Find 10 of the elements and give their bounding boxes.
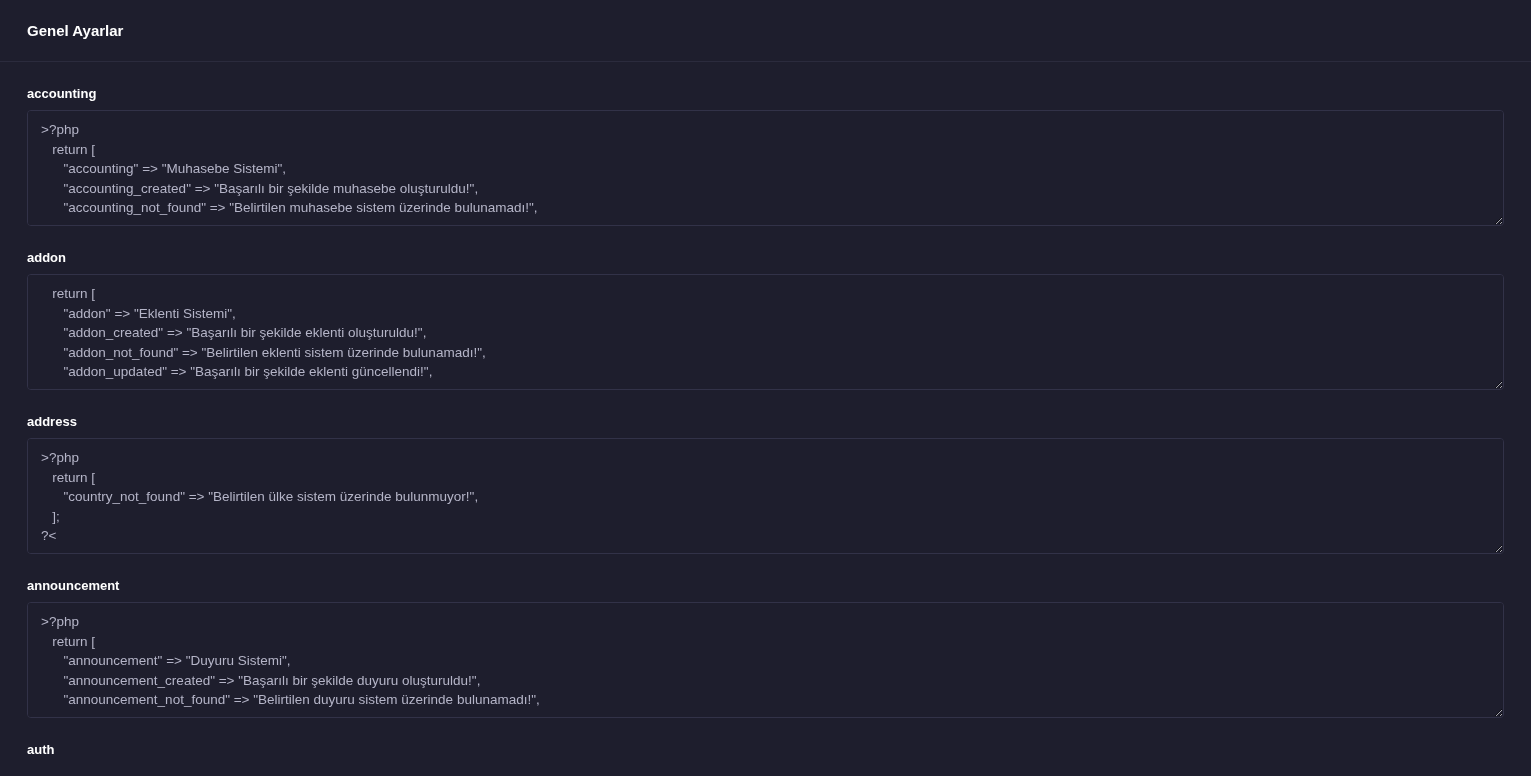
code-textarea[interactable]: >?php return [ "accounting" => "Muhasebe Sistemi", "accounting_created" => "Başarılı bir şekilde muhasebe oluşturuldu!", "accounting_not_found" => "Belirtilen muhasebe sistem üzerinde bulunamadı!", xyxy=(27,110,1504,226)
code-textarea[interactable]: >?php return [ "country_not_found" => "Belirtilen ülke sistem üzerinde bulunmuyor!", ]; ?< xyxy=(27,438,1504,554)
field-label: addon xyxy=(27,250,66,265)
field-label: auth xyxy=(27,742,55,757)
code-textarea[interactable]: return [ "addon" => "Eklenti Sistemi", "addon_created" => "Başarılı bir şekilde eklenti oluşturuldu!", "addon_not_found" => "Belirtilen eklenti sistem üzerinde bulunamadı!", "addon_updated" => "Başarılı bir şekilde eklenti güncellendi!", xyxy=(27,274,1504,390)
field-label: announcement xyxy=(27,578,120,593)
field-label: address xyxy=(27,414,77,429)
page-title: Genel Ayarlar xyxy=(27,22,124,39)
code-textarea[interactable]: >?php return [ "announcement" => "Duyuru Sistemi", "announcement_created" => "Başarılı bir şekilde duyuru oluşturuldu!", "announcement_not_found" => "Belirtilen duyuru sistem üzerinde bulunamadı!", xyxy=(27,602,1504,718)
field-label: accounting xyxy=(27,86,97,101)
